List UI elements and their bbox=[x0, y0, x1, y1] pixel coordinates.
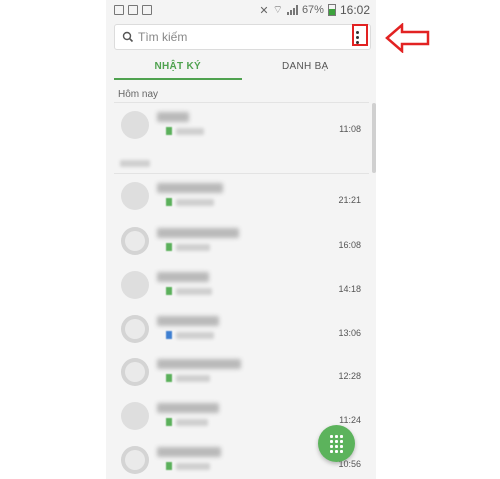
call-detail-blurred bbox=[176, 199, 214, 206]
call-time: 12:28 bbox=[338, 371, 361, 381]
avatar bbox=[121, 402, 149, 430]
battery-percent: 67% bbox=[301, 4, 324, 16]
section-header-today: Hôm nay bbox=[118, 89, 159, 100]
call-time: 13:06 bbox=[338, 328, 361, 338]
tab-call-log[interactable]: NHẬT KÝ bbox=[114, 56, 242, 80]
clock: 16:02 bbox=[339, 3, 370, 17]
contact-name-blurred bbox=[157, 112, 189, 122]
call-detail-blurred bbox=[176, 332, 214, 339]
gallery-icon bbox=[114, 5, 124, 15]
call-log-row[interactable]: 14:18 bbox=[114, 266, 369, 310]
call-detail-blurred bbox=[176, 244, 210, 251]
phone-screen: ✕ ⌔ 67% 16:02 Tìm kiếm NHẬT KÝ DANH BẠ H… bbox=[106, 0, 376, 479]
wifi-icon: ⌔ bbox=[272, 4, 283, 16]
call-time: 14:18 bbox=[338, 284, 361, 294]
message-icon bbox=[142, 5, 152, 15]
contact-name-blurred bbox=[157, 403, 219, 413]
avatar bbox=[121, 111, 149, 139]
avatar bbox=[121, 315, 149, 343]
callout-arrow-icon bbox=[385, 23, 430, 53]
mute-icon: ✕ bbox=[259, 4, 269, 17]
call-detail-blurred bbox=[176, 128, 204, 135]
call-detail-blurred bbox=[176, 419, 208, 426]
call-detail-blurred bbox=[176, 288, 212, 295]
dialpad-icon[interactable] bbox=[318, 425, 355, 462]
call-type-icon bbox=[166, 287, 172, 295]
scrollbar[interactable] bbox=[372, 103, 376, 173]
contact-name-blurred bbox=[157, 228, 239, 238]
search-icon bbox=[122, 31, 134, 43]
signal-icon bbox=[286, 5, 298, 15]
search-input[interactable]: Tìm kiếm bbox=[138, 30, 350, 44]
call-type-icon bbox=[166, 243, 172, 251]
tab-contacts[interactable]: DANH BẠ bbox=[242, 56, 370, 80]
contact-name-blurred bbox=[157, 272, 209, 282]
call-type-icon bbox=[166, 462, 172, 470]
divider bbox=[114, 102, 369, 103]
call-log-row[interactable]: 13:06 bbox=[114, 310, 369, 354]
contact-name-blurred bbox=[157, 183, 223, 193]
call-type-icon bbox=[166, 331, 172, 339]
call-type-icon bbox=[166, 418, 172, 426]
call-detail-blurred bbox=[176, 375, 210, 382]
call-time: 21:21 bbox=[338, 195, 361, 205]
call-detail-blurred bbox=[176, 463, 210, 470]
call-type-icon bbox=[166, 198, 172, 206]
call-log-row[interactable]: 21:21 bbox=[114, 177, 369, 221]
search-bar[interactable]: Tìm kiếm bbox=[114, 24, 371, 50]
contact-name-blurred bbox=[157, 359, 241, 369]
divider bbox=[114, 173, 369, 174]
annotation-highlight-box bbox=[352, 24, 368, 46]
avatar bbox=[121, 227, 149, 255]
call-type-icon bbox=[166, 374, 172, 382]
tab-bar: NHẬT KÝ DANH BẠ bbox=[114, 56, 369, 80]
battery-icon bbox=[327, 4, 336, 16]
section-header-blurred bbox=[120, 160, 150, 167]
contact-name-blurred bbox=[157, 316, 219, 326]
call-time: 11:08 bbox=[339, 124, 361, 134]
status-bar: ✕ ⌔ 67% 16:02 bbox=[106, 0, 376, 20]
avatar bbox=[121, 271, 149, 299]
avatar bbox=[121, 182, 149, 210]
call-type-icon bbox=[166, 127, 172, 135]
call-log-row[interactable]: 11:08 bbox=[114, 106, 369, 150]
call-log-row[interactable]: 12:28 bbox=[114, 353, 369, 397]
call-time: 16:08 bbox=[338, 240, 361, 250]
call-log-row[interactable]: 16:08 bbox=[114, 222, 369, 266]
call-time: 11:24 bbox=[339, 415, 361, 425]
status-icons-left bbox=[114, 5, 152, 15]
instagram-icon bbox=[128, 5, 138, 15]
contact-name-blurred bbox=[157, 447, 221, 457]
status-icons-right: ✕ ⌔ 67% 16:02 bbox=[259, 3, 370, 17]
avatar bbox=[121, 446, 149, 474]
avatar bbox=[121, 358, 149, 386]
